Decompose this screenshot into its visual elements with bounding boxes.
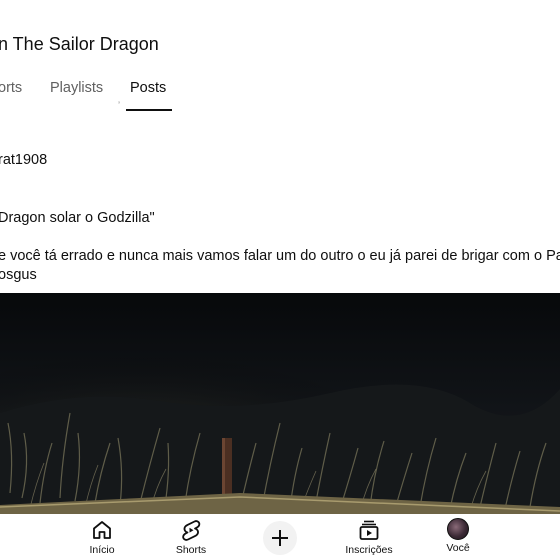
home-icon: [93, 521, 111, 539]
create-button[interactable]: [263, 521, 297, 555]
post-text-line: e você tá errado e nunca mais vamos fala…: [0, 248, 560, 264]
active-tab-indicator: [126, 109, 172, 111]
tab-playlists[interactable]: Playlists: [50, 80, 103, 96]
post-author[interactable]: rat1908: [0, 152, 47, 168]
post-text: Dragon solar o Godzilla" e você tá errad…: [0, 209, 560, 285]
channel-page: n The Sailor Dragon orts Playlists Posts…: [0, 0, 560, 560]
night-field-photo: [0, 293, 560, 523]
nav-item-subscriptions[interactable]: Inscrições: [324, 518, 414, 556]
post-text-line: osgus: [0, 267, 37, 283]
tab-shorts[interactable]: orts: [0, 80, 22, 96]
nav-label-shorts: Shorts: [175, 544, 207, 556]
nav-item-shorts[interactable]: Shorts: [146, 518, 236, 556]
tab-posts[interactable]: Posts: [130, 80, 166, 96]
nav-label-home: Início: [89, 544, 115, 556]
channel-tabs: orts Playlists Posts: [0, 80, 560, 112]
nav-label-subscriptions: Inscrições: [345, 544, 393, 556]
avatar: [447, 518, 469, 540]
subscriptions-icon: [359, 520, 379, 540]
plus-icon: [272, 530, 288, 546]
nav-item-you[interactable]: Você: [413, 518, 503, 554]
nav-item-home[interactable]: Início: [57, 518, 147, 556]
tab-scroll-edge-mark: ’: [118, 100, 120, 110]
channel-title: n The Sailor Dragon: [0, 34, 159, 54]
shorts-icon: [182, 520, 201, 541]
post-text-line: Dragon solar o Godzilla": [0, 210, 155, 226]
nav-label-you: Você: [446, 542, 470, 554]
post-image[interactable]: [0, 293, 560, 523]
